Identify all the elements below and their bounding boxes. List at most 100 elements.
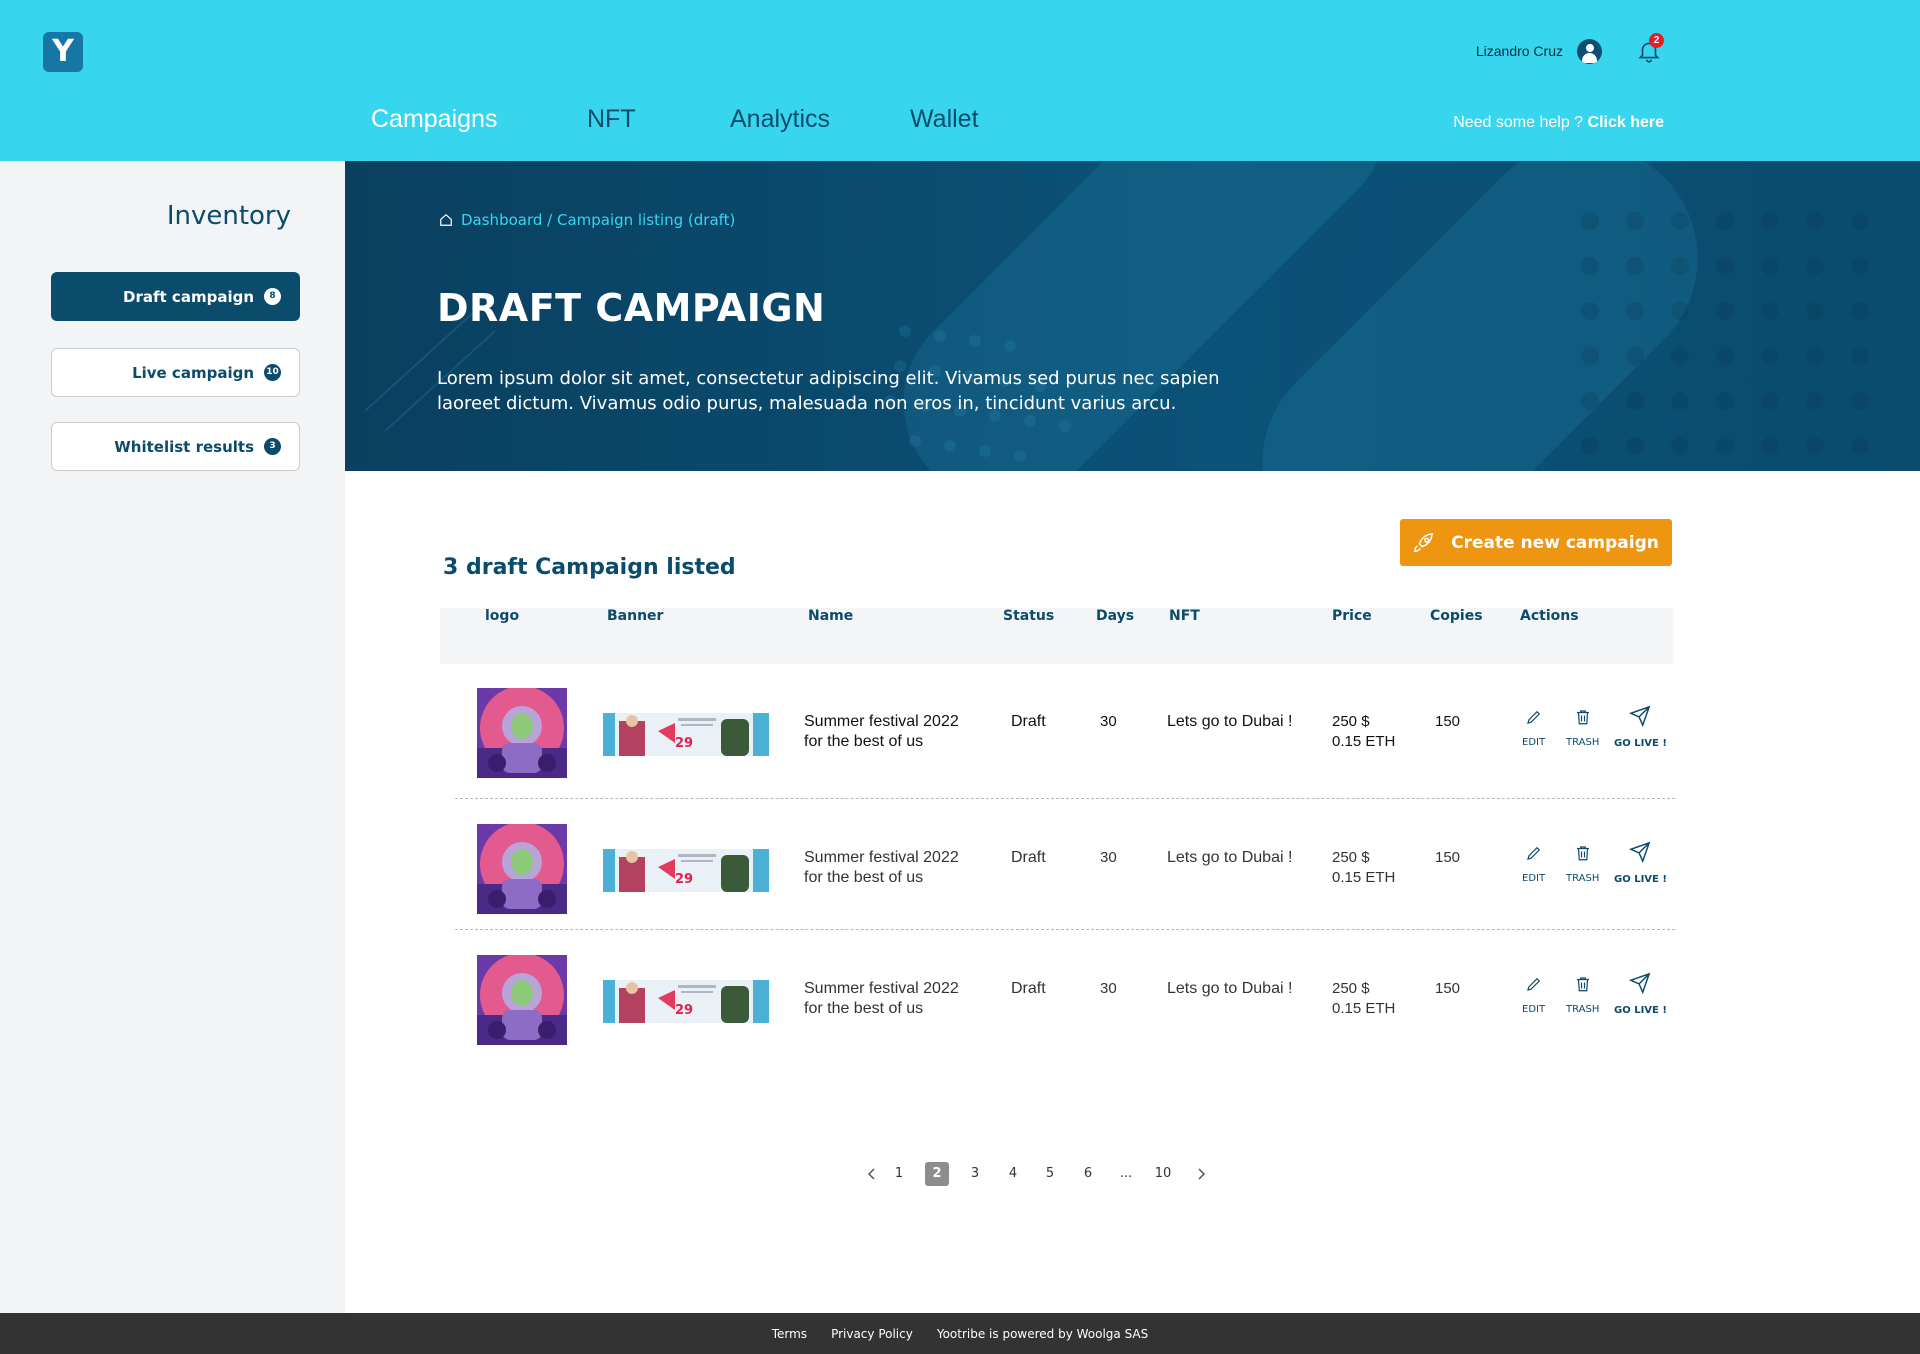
- trash-icon: [1574, 975, 1592, 997]
- trash-button[interactable]: TRASH: [1566, 975, 1599, 1015]
- campaign-name[interactable]: Summer festival 2022 for the best of us: [804, 979, 959, 1019]
- sidebar-item-count: 3: [264, 438, 281, 455]
- campaign-banner-image[interactable]: 29: [603, 980, 769, 1023]
- campaign-copies: 150: [1435, 849, 1461, 866]
- campaign-banner-image[interactable]: 29: [603, 713, 769, 756]
- campaign-logo-image[interactable]: [477, 824, 567, 914]
- help-link[interactable]: Click here: [1588, 114, 1664, 131]
- col-nft: NFT: [1169, 608, 1200, 624]
- trash-icon: [1574, 844, 1592, 866]
- campaign-logo-image[interactable]: [477, 955, 567, 1045]
- go-live-button[interactable]: GO LIVE !: [1614, 841, 1667, 885]
- campaign-name[interactable]: Summer festival 2022 for the best of us: [804, 848, 959, 888]
- top-header: Y Lizandro Cruz 2 Campaigns NFT Analytic…: [0, 0, 1920, 161]
- campaign-name-line1: Summer festival 2022: [804, 849, 959, 866]
- footer-privacy-link[interactable]: Privacy Policy: [831, 1327, 913, 1341]
- help-text: Need some help ? Click here: [1453, 114, 1664, 132]
- pencil-icon: [1525, 708, 1543, 730]
- price-usd: 250 $: [1332, 980, 1370, 997]
- col-copies: Copies: [1430, 608, 1483, 624]
- campaign-nft[interactable]: Lets go to Dubai !: [1167, 979, 1292, 999]
- pagination-page[interactable]: 10: [1151, 1162, 1175, 1186]
- campaign-price: 250 $ 0.15 ETH: [1332, 979, 1395, 1019]
- help-label: Need some help ?: [1453, 114, 1584, 131]
- sidebar-item-draft-campaign[interactable]: Draft campaign 8: [51, 272, 300, 321]
- campaign-status: Draft: [1011, 849, 1046, 866]
- trash-label: TRASH: [1566, 737, 1600, 748]
- sidebar-item-live-campaign[interactable]: Live campaign 10: [51, 348, 300, 397]
- app-logo[interactable]: Y: [43, 32, 83, 72]
- pagination-next[interactable]: [1189, 1162, 1213, 1186]
- chevron-right-icon: [1198, 1168, 1206, 1180]
- campaign-nft[interactable]: Lets go to Dubai !: [1167, 712, 1292, 732]
- campaign-copies: 150: [1435, 980, 1461, 997]
- price-eth: 0.15 ETH: [1332, 869, 1396, 886]
- pencil-icon: [1525, 975, 1543, 997]
- footer-terms-link[interactable]: Terms: [772, 1327, 807, 1341]
- send-icon: [1629, 972, 1651, 998]
- nav-nft[interactable]: NFT: [587, 105, 730, 134]
- nav-wallet[interactable]: Wallet: [910, 105, 979, 134]
- go-live-button[interactable]: GO LIVE !: [1614, 705, 1667, 749]
- trash-button[interactable]: TRASH: [1566, 708, 1599, 748]
- campaign-name[interactable]: Summer festival 2022 for the best of us: [804, 712, 959, 752]
- edit-button[interactable]: EDIT: [1522, 844, 1545, 884]
- pagination-page[interactable]: 3: [963, 1162, 987, 1186]
- user-area: Lizandro Cruz 2: [1476, 33, 1664, 64]
- edit-label: EDIT: [1522, 1004, 1546, 1015]
- sidebar-item-count: 10: [264, 364, 281, 381]
- go-live-button[interactable]: GO LIVE !: [1614, 972, 1667, 1016]
- go-live-label: GO LIVE !: [1614, 874, 1667, 885]
- sidebar-item-whitelist-results[interactable]: Whitelist results 3: [51, 422, 300, 471]
- campaign-banner-image[interactable]: 29: [603, 849, 769, 892]
- footer: Terms Privacy Policy Yootribe is powered…: [0, 1313, 1920, 1354]
- row-divider: [455, 798, 1675, 799]
- user-name[interactable]: Lizandro Cruz: [1476, 43, 1563, 59]
- campaign-status: Draft: [1011, 980, 1046, 997]
- campaign-nft[interactable]: Lets go to Dubai !: [1167, 848, 1292, 868]
- campaign-name-line2: for the best of us: [804, 1000, 924, 1017]
- table-header: logo Banner Name Status Days NFT Price C…: [440, 608, 1673, 664]
- notification-count-badge: 2: [1649, 33, 1664, 48]
- col-banner: Banner: [607, 608, 664, 624]
- pagination-page[interactable]: 1: [887, 1162, 911, 1186]
- chevron-left-icon: [867, 1168, 875, 1180]
- price-eth: 0.15 ETH: [1332, 1000, 1396, 1017]
- pagination: 1 2 3 4 5 6 ... 10: [860, 1162, 1220, 1186]
- edit-button[interactable]: EDIT: [1522, 708, 1545, 748]
- campaign-logo-image[interactable]: [477, 688, 567, 778]
- trash-button[interactable]: TRASH: [1566, 844, 1599, 884]
- notifications-button[interactable]: 2: [1636, 33, 1664, 64]
- campaign-price: 250 $ 0.15 ETH: [1332, 712, 1395, 752]
- col-actions: Actions: [1520, 608, 1579, 624]
- sidebar-item-label: Whitelist results: [114, 437, 254, 456]
- create-campaign-button[interactable]: Create new campaign: [1400, 519, 1672, 566]
- breadcrumb-text[interactable]: Dashboard / Campaign listing (draft): [461, 211, 735, 229]
- go-live-label: GO LIVE !: [1614, 1005, 1667, 1016]
- svg-text:29: 29: [675, 872, 693, 887]
- page-title: DRAFT CAMPAIGN: [437, 286, 826, 330]
- pagination-page[interactable]: 6: [1076, 1162, 1100, 1186]
- price-usd: 250 $: [1332, 713, 1370, 730]
- campaign-name-line1: Summer festival 2022: [804, 713, 959, 730]
- campaign-days: 30: [1100, 713, 1117, 730]
- campaign-price: 250 $ 0.15 ETH: [1332, 848, 1395, 888]
- svg-text:29: 29: [675, 1003, 693, 1018]
- campaign-name-line2: for the best of us: [804, 733, 924, 750]
- trash-label: TRASH: [1566, 1004, 1600, 1015]
- pagination-page[interactable]: 5: [1038, 1162, 1062, 1186]
- campaign-days: 30: [1100, 849, 1117, 866]
- pagination-page-current[interactable]: 2: [925, 1162, 949, 1186]
- edit-button[interactable]: EDIT: [1522, 975, 1545, 1015]
- main-nav: Campaigns NFT Analytics Wallet: [371, 105, 979, 134]
- hero-banner: Dashboard / Campaign listing (draft) DRA…: [345, 161, 1920, 471]
- nav-analytics[interactable]: Analytics: [730, 105, 910, 134]
- col-logo: logo: [485, 608, 520, 624]
- footer-powered-by: Yootribe is powered by Woolga SAS: [936, 1326, 1149, 1341]
- home-icon[interactable]: [439, 213, 453, 227]
- pagination-page[interactable]: 4: [1001, 1162, 1025, 1186]
- rocket-icon: [1414, 532, 1434, 552]
- user-avatar-icon[interactable]: [1577, 38, 1602, 64]
- pagination-prev[interactable]: [860, 1162, 884, 1186]
- nav-campaigns[interactable]: Campaigns: [371, 105, 587, 134]
